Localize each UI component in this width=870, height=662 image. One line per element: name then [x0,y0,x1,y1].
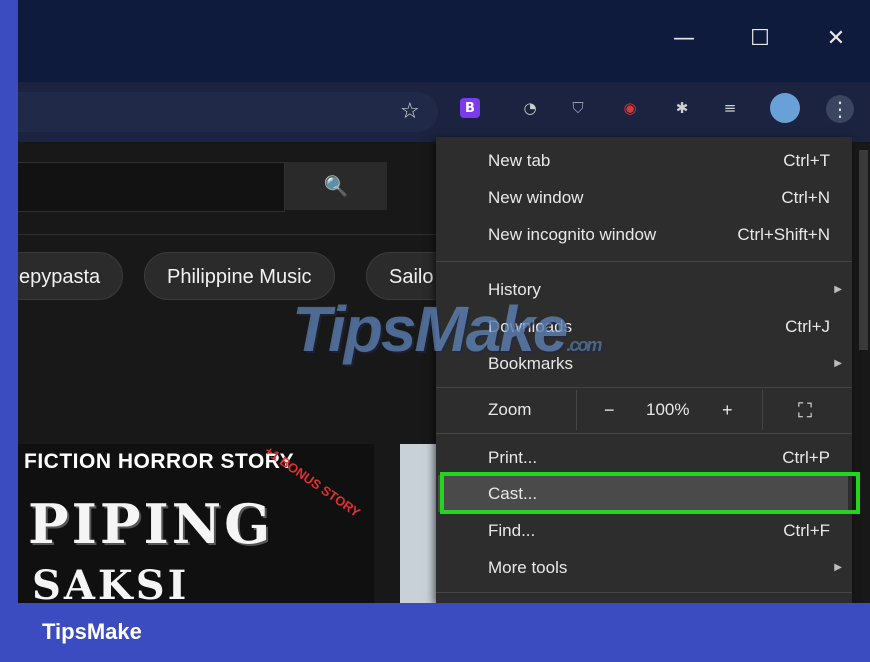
menu-item-label: More tools [488,558,568,577]
address-bar[interactable]: ☆ [18,92,438,132]
youtube-search-button[interactable]: 🔍 [285,162,387,210]
thumbnail-big-text-2: SAKSI [32,562,190,603]
menu-divider [436,387,852,388]
watermark-logo: TipsMake.com [292,293,603,365]
thumbnail-title: FICTION HORROR STORY [24,450,295,473]
submenu-arrow-icon: ▶ [834,284,842,295]
shield-extension-icon[interactable]: ⛉ [566,96,590,120]
menu-divider [436,433,852,434]
thumbnail-badge: +1 BONUS STORY [261,444,364,521]
zoom-label: Zoom [488,400,532,419]
menu-item-label: New incognito window [488,225,657,244]
menu-item-shortcut: Ctrl+P [782,448,830,467]
divider [18,234,458,235]
menu-item-new-incognito-window[interactable]: New incognito window Ctrl+Shift+N [436,216,852,253]
menu-item-new-tab[interactable]: New tab Ctrl+T [436,142,852,179]
menu-item-shortcut: Ctrl+N [781,188,830,207]
browser-toolbar: ☆ [18,82,870,142]
menu-item-label: Find... [488,521,536,540]
menu-divider [436,261,852,262]
menu-item-print[interactable]: Print... Ctrl+P [436,439,852,476]
menu-item-shortcut: Ctrl+Shift+N [737,225,830,244]
fullscreen-icon[interactable]: ⛶ [798,390,812,430]
video-thumbnail[interactable]: FICTION HORROR STORY +1 BONUS STORY PIPI… [18,444,374,603]
menu-item-new-window[interactable]: New window Ctrl+N [436,179,852,216]
menu-item-more-tools[interactable]: More tools ▶ [436,549,852,586]
close-button[interactable]: ✕ [816,20,856,56]
minimize-button[interactable]: — [664,20,704,56]
menu-item-label: New tab [488,151,551,170]
menu-item-label: Print... [488,448,538,467]
submenu-arrow-icon: ▶ [834,358,842,369]
record-extension-icon[interactable]: ◉ [618,96,642,120]
menu-item-label: New window [488,188,584,207]
menu-item-shortcut: Ctrl+J [785,317,830,336]
bootstrap-extension-icon[interactable]: B [460,98,480,118]
maximize-button[interactable]: ☐ [740,20,780,56]
zoom-in-button[interactable]: + [722,390,733,430]
menu-item-find[interactable]: Find... Ctrl+F [436,512,852,549]
zoom-divider [762,390,763,430]
youtube-search-input[interactable] [18,162,285,212]
chip-epypasta[interactable]: epypasta [18,252,124,300]
speed-dial-extension-icon[interactable]: ◔ [518,96,542,120]
chrome-main-menu: New tab Ctrl+T New window Ctrl+N New inc… [436,137,852,603]
profile-avatar[interactable] [770,93,800,123]
menu-divider [436,592,852,593]
media-control-icon[interactable]: ≡ [718,96,742,120]
zoom-divider [576,390,577,430]
bookmark-star-icon[interactable]: ☆ [400,92,420,132]
cast-highlight-box [440,472,860,514]
title-bar: — ☐ ✕ [18,0,870,82]
submenu-arrow-icon: ▶ [834,562,842,573]
menu-item-shortcut: Ctrl+T [783,151,830,170]
chrome-menu-button[interactable]: ⋮ [826,95,854,123]
footer-brand: TipsMake [42,619,142,644]
footer-bar: TipsMake [0,603,870,662]
scrollbar[interactable] [859,150,868,350]
search-icon: 🔍 [323,174,349,198]
menu-item-shortcut: Ctrl+F [783,521,830,540]
puzzle-extensions-icon[interactable]: ✱ [670,96,694,120]
zoom-value: 100% [646,400,690,419]
zoom-out-button[interactable]: − [604,390,615,430]
video-thumbnail-2[interactable] [400,444,440,603]
thumbnail-big-text: PIPING [28,492,274,556]
